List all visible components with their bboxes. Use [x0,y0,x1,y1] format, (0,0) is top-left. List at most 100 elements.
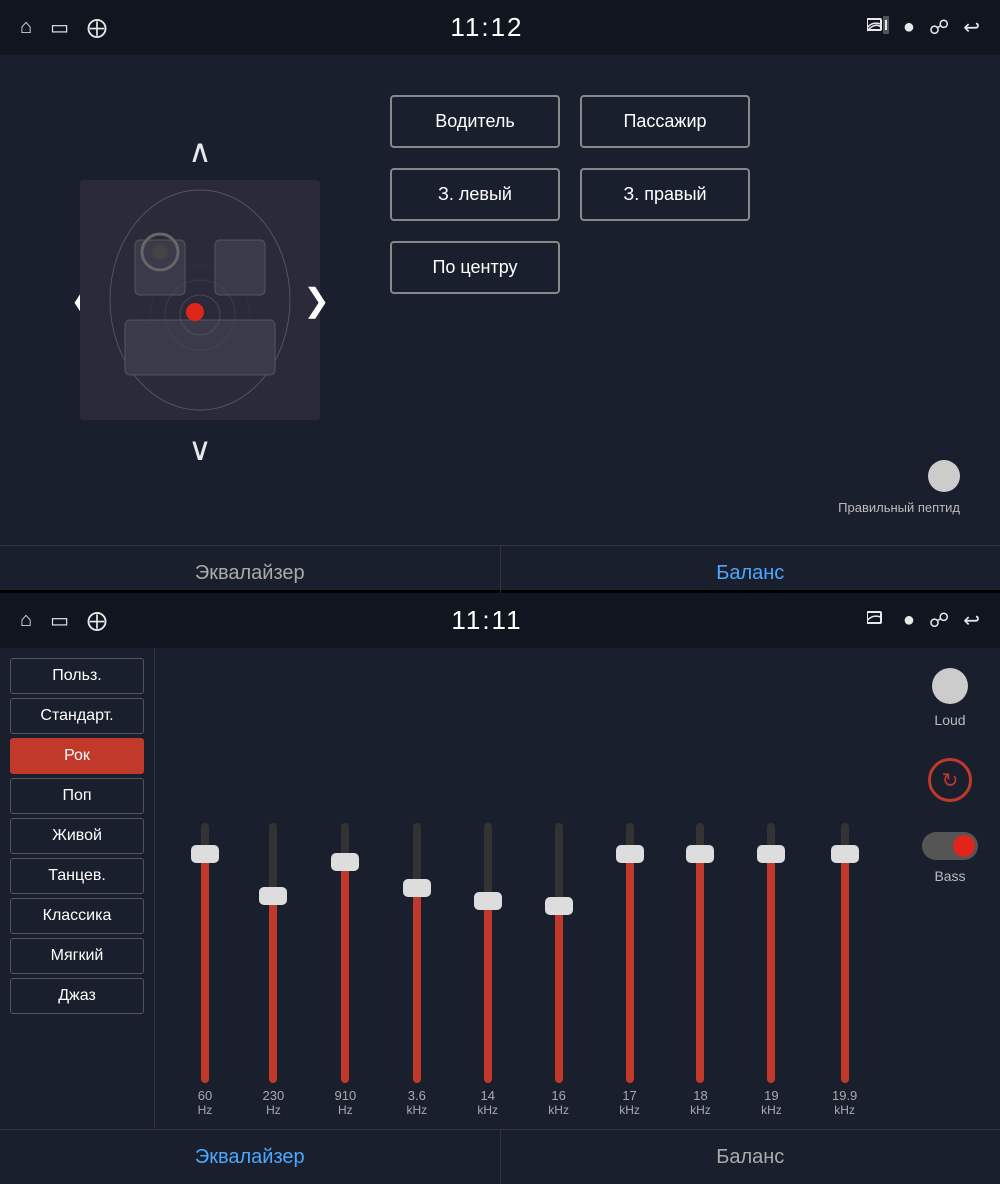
slider-col-6: 17 kHz [619,818,640,1118]
slider-freq-label-0: 60 [198,1088,212,1103]
screen-icon[interactable]: ▭ [50,15,69,40]
balance-toggle-circle[interactable] [928,460,960,492]
tab-balance-bottom[interactable]: Баланс [501,1130,1000,1184]
slider-thumb-3[interactable] [403,879,431,897]
preset-user[interactable]: Польз. [10,658,144,694]
bass-switch-thumb [953,835,975,857]
location-icon[interactable]: ● [903,16,915,39]
slider-thumb-4[interactable] [474,892,502,910]
slider-thumb-5[interactable] [545,897,573,915]
bottom-cast-icon[interactable] [867,609,889,633]
bottom-usb-icon[interactable]: ⨁ [87,608,107,633]
slider-thumb-7[interactable] [686,845,714,863]
cast-icon[interactable] [867,16,889,40]
bluetooth-icon[interactable]: ☍ [929,15,949,40]
tab-equalizer-top[interactable]: Эквалайзер [0,546,501,600]
slider-col-4: 14 kHz [477,818,498,1118]
bottom-location-icon[interactable]: ● [903,609,915,632]
preset-jazz[interactable]: Джаз [10,978,144,1014]
bass-label: Bass [934,868,965,884]
slider-unit-label-8: kHz [761,1103,782,1117]
slider-track-6[interactable] [626,823,634,1083]
usb-icon[interactable]: ⨁ [87,15,107,40]
slider-freq-label-1: 230 [263,1088,285,1103]
preset-standard[interactable]: Стандарт. [10,698,144,734]
slider-freq-label-8: 19 [764,1088,778,1103]
top-tabs-bar: Эквалайзер Баланс [0,545,1000,600]
preset-pop[interactable]: Поп [10,778,144,814]
nav-up-arrow[interactable]: ∧ [178,122,221,180]
seat-row-1: Водитель Пассажир [390,95,960,148]
slider-track-4[interactable] [484,823,492,1083]
slider-col-3: 3.6 kHz [406,818,427,1118]
slider-track-0[interactable] [201,823,209,1083]
seat-row-2: З. левый З. правый [390,168,960,221]
slider-freq-label-4: 14 [480,1088,494,1103]
slider-col-9: 19.9 kHz [832,818,857,1118]
seat-row-3: По центру [390,241,960,294]
bottom-time-display: 11:11 [451,605,522,636]
slider-track-3[interactable] [413,823,421,1083]
preset-soft[interactable]: Мягкий [10,938,144,974]
preset-dance[interactable]: Танцев. [10,858,144,894]
slider-track-7[interactable] [696,823,704,1083]
slider-unit-label-0: Hz [198,1103,213,1117]
loud-label: Loud [934,712,965,728]
slider-col-8: 19 kHz [761,818,782,1118]
passenger-button[interactable]: Пассажир [580,95,750,148]
slider-fill-4 [484,901,492,1083]
seat-controls: Водитель Пассажир З. левый З. правый По … [390,75,960,525]
sliders-container: 60 Hz 230 Hz 910 Hz 3.6 kHz 14 kHz [175,658,880,1123]
slider-thumb-8[interactable] [757,845,785,863]
tab-balance-top[interactable]: Баланс [501,546,1000,600]
top-status-bar: ⌂ ▭ ⨁ 11:12 ● ☍ ↩ [0,0,1000,55]
seat-image[interactable] [80,180,320,420]
slider-col-7: 18 kHz [690,818,711,1118]
nav-down-arrow[interactable]: ∨ [178,420,221,478]
preset-classic[interactable]: Классика [10,898,144,934]
slider-unit-label-5: kHz [548,1103,569,1117]
bottom-bluetooth-icon[interactable]: ☍ [929,608,949,633]
bottom-status-right: ● ☍ ↩ [867,608,980,633]
driver-button[interactable]: Водитель [390,95,560,148]
rear-right-button[interactable]: З. правый [580,168,750,221]
slider-track-8[interactable] [767,823,775,1083]
status-bar-left-icons: ⌂ ▭ ⨁ [20,15,107,40]
slider-fill-5 [555,906,563,1083]
eq-sliders-area: 60 Hz 230 Hz 910 Hz 3.6 kHz 14 kHz [155,648,900,1128]
balance-section: ∧ ❮ [0,55,1000,545]
status-bar-right-icons: ● ☍ ↩ [867,15,980,40]
bass-switch[interactable] [922,832,978,860]
loud-toggle-circle[interactable] [932,668,968,704]
rear-left-button[interactable]: З. левый [390,168,560,221]
slider-thumb-0[interactable] [191,845,219,863]
slider-fill-6 [626,854,634,1083]
slider-fill-1 [269,896,277,1083]
nav-right-arrow[interactable]: ❯ [303,281,330,319]
reset-button[interactable]: ↻ [928,758,972,802]
center-button[interactable]: По центру [390,241,560,294]
slider-fill-9 [841,854,849,1083]
bottom-back-icon[interactable]: ↩ [963,608,980,633]
eq-right-controls: Loud ↻ Bass [900,648,1000,1128]
slider-thumb-6[interactable] [616,845,644,863]
slider-thumb-9[interactable] [831,845,859,863]
tab-equalizer-bottom[interactable]: Эквалайзер [0,1130,501,1184]
slider-track-5[interactable] [555,823,563,1083]
slider-track-1[interactable] [269,823,277,1083]
slider-track-9[interactable] [841,823,849,1083]
slider-freq-label-3: 3.6 [408,1088,426,1103]
slider-track-2[interactable] [341,823,349,1083]
slider-unit-label-2: Hz [338,1103,353,1117]
bottom-home-icon[interactable]: ⌂ [20,609,32,632]
slider-thumb-2[interactable] [331,853,359,871]
preset-live[interactable]: Живой [10,818,144,854]
slider-unit-label-1: Hz [266,1103,281,1117]
back-icon[interactable]: ↩ [963,15,980,40]
slider-fill-2 [341,862,349,1083]
bottom-screen-icon[interactable]: ▭ [50,608,69,633]
slider-thumb-1[interactable] [259,887,287,905]
slider-freq-label-6: 17 [622,1088,636,1103]
preset-rock[interactable]: Рок [10,738,144,774]
home-icon[interactable]: ⌂ [20,16,32,39]
